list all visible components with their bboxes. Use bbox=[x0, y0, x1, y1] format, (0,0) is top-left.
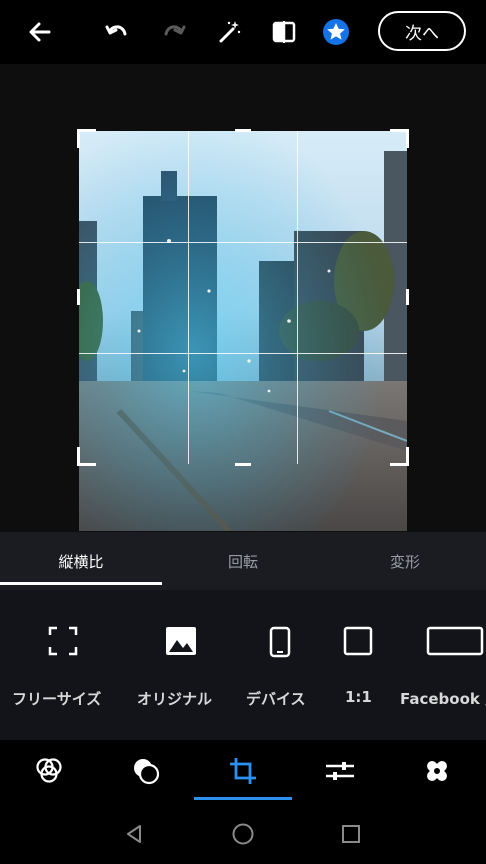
bottom-toolbar bbox=[0, 740, 486, 802]
crop-frame[interactable] bbox=[77, 129, 409, 466]
grid-line-vertical bbox=[297, 131, 298, 464]
adjust-sliders-icon[interactable] bbox=[323, 754, 357, 788]
back-triangle-icon[interactable] bbox=[121, 821, 147, 847]
grid-line-vertical bbox=[188, 131, 189, 464]
active-tab-indicator bbox=[0, 582, 162, 585]
crop-corner-bottom-right[interactable] bbox=[390, 447, 409, 466]
looks-icon[interactable] bbox=[32, 754, 66, 788]
overlay-icon[interactable] bbox=[129, 754, 163, 788]
option-label: デバイス bbox=[246, 690, 306, 708]
redo-icon[interactable] bbox=[158, 16, 190, 48]
option-label: 1:1 bbox=[345, 688, 372, 706]
wide-rectangle-icon bbox=[426, 626, 484, 656]
crop-edge-left[interactable] bbox=[77, 289, 80, 305]
compare-icon[interactable] bbox=[268, 16, 300, 48]
option-label: フリーサイズ bbox=[12, 690, 102, 708]
tab-transform[interactable]: 変形 bbox=[324, 532, 486, 590]
option-label: オリジナル bbox=[137, 690, 213, 708]
option-device[interactable]: デバイス bbox=[240, 590, 320, 740]
next-button[interactable]: 次へ bbox=[378, 11, 466, 51]
option-square[interactable]: 1:1 bbox=[330, 590, 386, 740]
recents-square-icon[interactable] bbox=[338, 821, 364, 847]
grid-line-horizontal bbox=[79, 242, 407, 243]
image-icon bbox=[165, 626, 197, 656]
crop-corner-top-left[interactable] bbox=[77, 129, 96, 148]
undo-icon[interactable] bbox=[101, 16, 133, 48]
crop-edge-bottom[interactable] bbox=[235, 463, 251, 466]
free-size-icon bbox=[48, 626, 78, 656]
crop-edge-top[interactable] bbox=[235, 129, 251, 132]
tab-rotate[interactable]: 回転 bbox=[162, 532, 324, 590]
active-tool-indicator bbox=[194, 797, 292, 800]
magic-wand-icon[interactable] bbox=[213, 16, 245, 48]
crop-corner-top-right[interactable] bbox=[390, 129, 409, 148]
aspect-options: フリーサイズ オリジナル デバイス 1:1 Facebook 広 bbox=[0, 590, 486, 740]
star-badge-icon[interactable] bbox=[320, 16, 352, 48]
crop-icon[interactable] bbox=[226, 754, 260, 788]
option-original[interactable]: オリジナル bbox=[130, 590, 230, 740]
option-free-size[interactable]: フリーサイズ bbox=[0, 590, 126, 740]
phone-icon bbox=[269, 626, 291, 658]
option-label: Facebook 広 bbox=[400, 690, 486, 708]
crop-edge-right[interactable] bbox=[406, 289, 409, 305]
grid-line-horizontal bbox=[79, 353, 407, 354]
back-arrow-icon[interactable] bbox=[24, 16, 56, 48]
top-toolbar: 次へ bbox=[0, 0, 486, 64]
healing-bandage-icon[interactable] bbox=[420, 754, 454, 788]
square-icon bbox=[343, 626, 373, 656]
option-facebook[interactable]: Facebook 広 bbox=[396, 590, 486, 740]
home-circle-icon[interactable] bbox=[230, 821, 256, 847]
crop-corner-bottom-left[interactable] bbox=[77, 447, 96, 466]
system-navigation-bar bbox=[0, 802, 486, 864]
